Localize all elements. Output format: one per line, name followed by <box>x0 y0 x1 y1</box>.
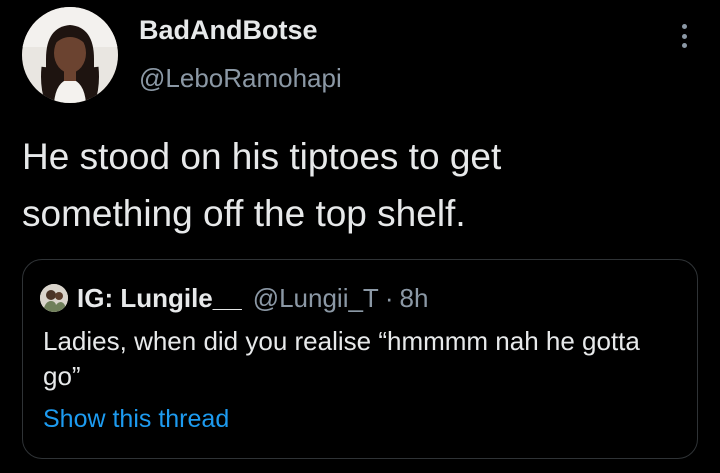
quoted-author-avatar[interactable] <box>40 284 68 312</box>
tweet-text: He stood on his tiptoes to get something… <box>22 136 502 234</box>
quoted-meta-separator: · <box>384 282 394 313</box>
more-dot <box>681 24 687 29</box>
quoted-author-display-name[interactable]: IG: Lungile__ <box>77 283 242 314</box>
quoted-author-handle[interactable]: @Lungii_T <box>253 283 379 314</box>
quoted-tweet-header: IG: Lungile__ @Lungii_T · 8h <box>40 281 428 315</box>
more-dot <box>681 43 687 48</box>
quoted-timestamp[interactable]: 8h <box>400 283 429 314</box>
more-vertical-icon[interactable] <box>672 21 696 51</box>
author-avatar[interactable] <box>22 7 118 103</box>
more-dot <box>681 33 687 39</box>
quoted-tweet-card[interactable]: IG: Lungile__ @Lungii_T · 8h Ladies, whe… <box>22 259 698 459</box>
quoted-tweet-text: Ladies, when did you realise “hmmmm nah … <box>43 326 640 391</box>
tweet: BadAndBotse @LeboRamohapi He stood on hi… <box>0 0 720 473</box>
author-display-name[interactable]: BadAndBotse <box>139 15 318 46</box>
show-thread-link[interactable]: Show this thread <box>43 405 229 434</box>
author-handle[interactable]: @LeboRamohapi <box>139 63 342 94</box>
